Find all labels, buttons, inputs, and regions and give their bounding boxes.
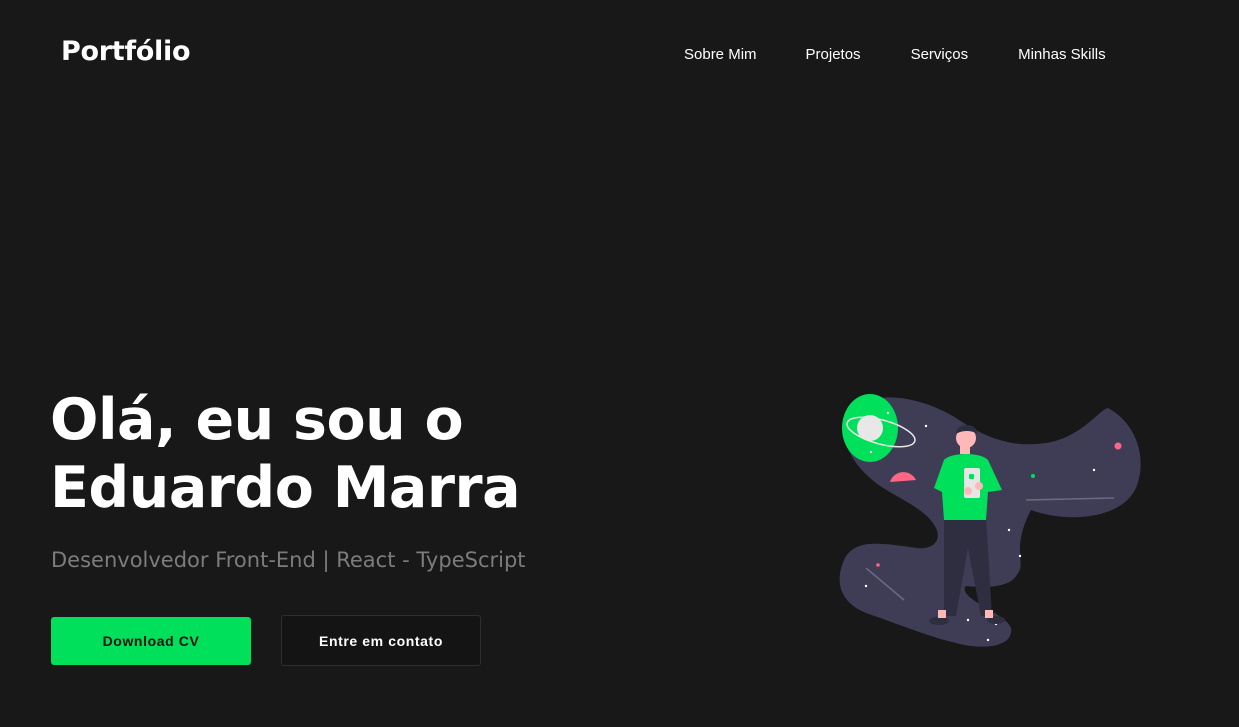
nav-sobre-mim[interactable]: Sobre Mim — [684, 46, 757, 63]
contact-button[interactable]: Entre em contato — [281, 615, 481, 666]
nav-servicos[interactable]: Serviços — [911, 46, 969, 63]
space-person-illustration — [839, 394, 1141, 647]
hero-title-line2: Eduardo Marra — [50, 455, 521, 521]
nav-projetos[interactable]: Projetos — [806, 46, 861, 63]
download-cv-button[interactable]: Download CV — [51, 617, 251, 665]
logo[interactable]: Portfólio — [61, 36, 191, 67]
nav-minhas-skills[interactable]: Minhas Skills — [1018, 46, 1106, 63]
hero-title-line1: Olá, eu sou o — [50, 387, 464, 453]
main-nav: Sobre Mim Projetos Serviços Minhas Skill… — [684, 46, 1106, 63]
hero-subtitle: Desenvolvedor Front-End | React - TypeSc… — [51, 548, 526, 572]
hero-title: Olá, eu sou o Eduardo Marra — [50, 386, 521, 522]
